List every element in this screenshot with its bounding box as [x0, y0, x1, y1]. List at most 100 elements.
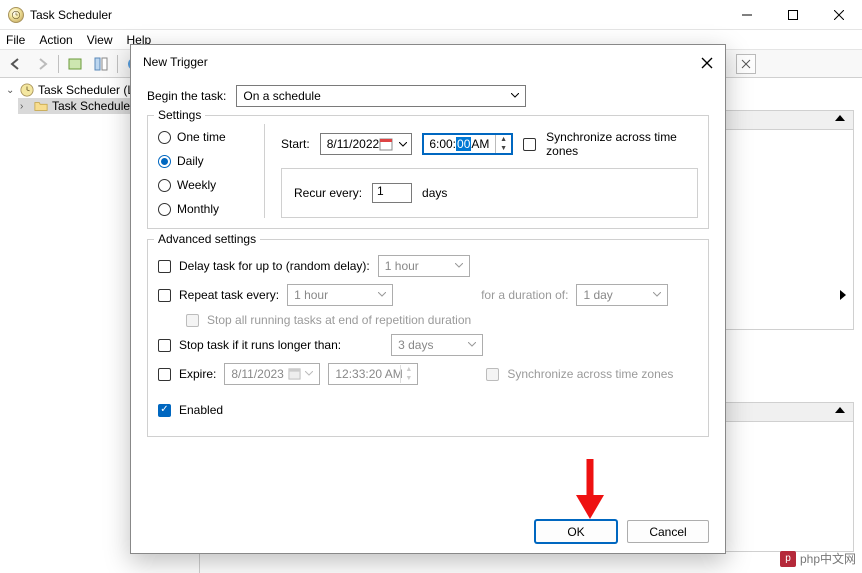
spin-up-icon: ▲ — [401, 365, 416, 374]
sync-tz-checkbox[interactable] — [523, 138, 536, 151]
expire-date-input[interactable]: 8/11/2023 — [224, 363, 320, 385]
duration-value-select[interactable]: 1 day — [576, 284, 668, 306]
settings-group: Settings One time Daily Weekly Monthly S… — [147, 115, 709, 229]
stop-all-checkbox — [186, 314, 199, 327]
collapse-icon — [835, 407, 845, 413]
radio-monthly[interactable]: Monthly — [158, 202, 248, 216]
stop-if-value-select[interactable]: 3 days — [391, 334, 483, 356]
sync-tz2-label: Synchronize across time zones — [507, 367, 673, 381]
dialog-close-button[interactable] — [697, 53, 717, 73]
select-value: 1 day — [583, 288, 612, 302]
cancel-button[interactable]: Cancel — [627, 520, 709, 543]
collapse-icon — [835, 115, 845, 121]
window-controls — [724, 0, 862, 30]
radio-icon — [158, 179, 171, 192]
expire-time-input[interactable]: 12:33:20 AM ▲▼ — [328, 363, 418, 385]
nav-forward-button[interactable] — [30, 53, 54, 75]
select-value: 1 hour — [385, 259, 419, 273]
select-value: 1 hour — [294, 288, 328, 302]
enabled-checkbox[interactable] — [158, 404, 171, 417]
toolbar-icon-1[interactable] — [63, 53, 87, 75]
menu-action[interactable]: Action — [39, 33, 72, 47]
radio-label: Daily — [177, 154, 204, 168]
repeat-label: Repeat task every: — [179, 288, 279, 302]
start-time-input[interactable]: 6:00:00 AM ▲▼ — [422, 133, 513, 155]
maximize-button[interactable] — [770, 0, 816, 30]
expire-time-value: 12:33:20 AM — [335, 367, 402, 381]
new-trigger-dialog: New Trigger Begin the task: On a schedul… — [130, 44, 726, 554]
recur-unit: days — [422, 186, 447, 200]
radio-icon — [158, 155, 171, 168]
nav-back-button[interactable] — [4, 53, 28, 75]
clock-icon — [20, 83, 34, 97]
close-button[interactable] — [816, 0, 862, 30]
start-date-input[interactable]: 8/11/2022 — [320, 133, 413, 155]
sync-tz2-checkbox — [486, 368, 499, 381]
enabled-label: Enabled — [179, 403, 223, 417]
expand-icon[interactable]: › — [20, 101, 30, 112]
time-selected: 00 — [456, 137, 471, 151]
dialog-buttons: OK Cancel — [131, 510, 725, 553]
radio-weekly[interactable]: Weekly — [158, 178, 248, 192]
settings-legend: Settings — [154, 108, 205, 122]
app-icon — [8, 7, 24, 23]
titlebar: Task Scheduler — [0, 0, 862, 30]
start-label: Start: — [281, 137, 310, 151]
delay-checkbox[interactable] — [158, 260, 171, 273]
chevron-down-icon — [455, 263, 463, 268]
minimize-button[interactable] — [724, 0, 770, 30]
toolbar-separator — [117, 55, 118, 73]
radio-one-time[interactable]: One time — [158, 130, 248, 144]
chevron-down-icon — [378, 292, 386, 297]
scroll-arrow-icon[interactable] — [840, 290, 846, 300]
begin-task-combo[interactable]: On a schedule — [236, 85, 526, 107]
time-post: AM — [471, 137, 489, 151]
sync-tz-label: Synchronize across time zones — [546, 130, 698, 158]
expand-icon[interactable]: ⌄ — [6, 85, 16, 96]
begin-task-label: Begin the task: — [147, 89, 226, 103]
watermark-text: php中文网 — [800, 550, 856, 567]
radio-label: Weekly — [177, 178, 216, 192]
start-date-value: 8/11/2022 — [327, 137, 380, 151]
spin-up-icon[interactable]: ▲ — [496, 135, 511, 144]
advanced-settings-group: Advanced settings Delay task for up to (… — [147, 239, 709, 437]
spin-down-icon: ▼ — [401, 374, 416, 383]
begin-task-value: On a schedule — [243, 89, 320, 103]
radio-daily[interactable]: Daily — [158, 154, 248, 168]
recur-box: Recur every: 1 days — [281, 168, 698, 218]
radio-label: Monthly — [177, 202, 219, 216]
stop-all-label: Stop all running tasks at end of repetit… — [207, 313, 471, 327]
tree-child-label: Task Schedule — [52, 99, 130, 113]
expire-checkbox[interactable] — [158, 368, 171, 381]
repeat-checkbox[interactable] — [158, 289, 171, 302]
background-close-button[interactable] — [736, 54, 756, 74]
calendar-icon[interactable] — [379, 137, 393, 151]
stop-if-checkbox[interactable] — [158, 339, 171, 352]
ok-button[interactable]: OK — [535, 520, 617, 543]
chevron-down-icon — [305, 371, 313, 376]
time-spinner[interactable]: ▲▼ — [495, 135, 511, 153]
divider — [264, 124, 265, 218]
time-pre: 6:00: — [429, 137, 456, 151]
tree-root-label: Task Scheduler (L — [38, 83, 134, 97]
folder-icon — [34, 99, 48, 113]
repeat-value-select[interactable]: 1 hour — [287, 284, 393, 306]
spin-down-icon[interactable]: ▼ — [496, 144, 511, 153]
radio-label: One time — [177, 130, 226, 144]
toolbar-separator — [58, 55, 59, 73]
menu-file[interactable]: File — [6, 33, 25, 47]
window-title: Task Scheduler — [30, 8, 112, 22]
menu-view[interactable]: View — [87, 33, 113, 47]
chevron-down-icon — [468, 342, 476, 347]
recur-label: Recur every: — [294, 186, 362, 200]
recur-value-input[interactable]: 1 — [372, 183, 412, 203]
delay-value-select[interactable]: 1 hour — [378, 255, 470, 277]
stop-if-label: Stop task if it runs longer than: — [179, 338, 341, 352]
time-spinner: ▲▼ — [400, 365, 416, 383]
dialog-title: New Trigger — [131, 45, 725, 79]
chevron-down-icon — [511, 93, 519, 98]
radio-icon — [158, 131, 171, 144]
select-value: 3 days — [398, 338, 433, 352]
calendar-icon — [288, 367, 301, 380]
toolbar-icon-2[interactable] — [89, 53, 113, 75]
